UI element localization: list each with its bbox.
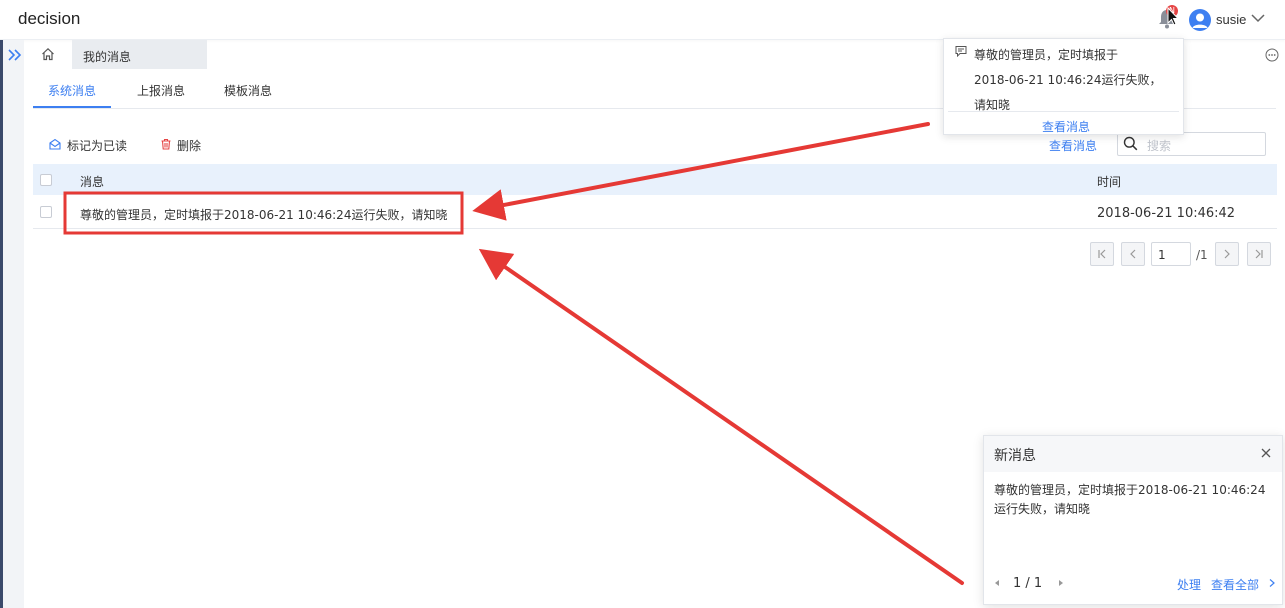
search-placeholder: 搜索 <box>1147 139 1172 153</box>
last-page-button[interactable] <box>1247 242 1271 266</box>
page-number-input[interactable]: 1 <box>1151 242 1191 266</box>
page-total: /1 <box>1196 248 1208 262</box>
new-message-title: 新消息 <box>994 448 1036 464</box>
collapsed-sidebar <box>3 40 24 608</box>
top-header <box>0 0 1285 40</box>
subtab-template-messages[interactable]: 模板消息 <box>224 82 272 99</box>
username[interactable]: susie <box>1216 12 1246 27</box>
new-message-page-indicator: 1 / 1 <box>1013 576 1043 591</box>
subtab-reported-messages[interactable]: 上报消息 <box>137 82 185 99</box>
chevron-right-small-icon[interactable] <box>1268 578 1276 588</box>
tab-my-messages[interactable]: 我的消息 <box>72 40 207 69</box>
new-message-body-line-2: 运行失败，请知晓 <box>994 502 1091 516</box>
view-all-button[interactable]: 查看全部 <box>1211 576 1259 593</box>
column-header-time: 时间 <box>1097 175 1122 189</box>
subtab-system-messages[interactable]: 系统消息 <box>48 82 96 99</box>
caret-right-icon[interactable] <box>1057 579 1065 587</box>
first-page-button[interactable] <box>1090 242 1114 266</box>
envelope-open-icon[interactable] <box>49 138 61 150</box>
last-page-icon <box>1255 249 1263 259</box>
chevron-right-icon <box>1224 249 1230 259</box>
new-message-body: 尊敬的管理员，定时填报于2018-06-21 10:46:24 运行失败，请知晓 <box>994 481 1274 519</box>
first-page-icon <box>1098 249 1106 259</box>
double-chevron-right-icon[interactable] <box>8 48 22 62</box>
dropdown-line-2: 2018-06-21 10:46:24运行失败， <box>974 73 1162 87</box>
message-icon <box>955 46 967 57</box>
trash-icon[interactable] <box>160 138 172 150</box>
user-icon <box>1192 13 1208 28</box>
dropdown-view-message-link[interactable]: 查看消息 <box>1042 118 1090 135</box>
more-options-icon[interactable] <box>1265 48 1279 62</box>
annotation-arrow-from-panel <box>478 248 964 585</box>
row-message[interactable]: 尊敬的管理员，定时填报于2018-06-21 10:46:24运行失败，请知晓 <box>80 206 447 223</box>
dropdown-line-1: 尊敬的管理员，定时填报于 <box>974 48 1119 62</box>
row-checkbox[interactable] <box>40 206 52 218</box>
handle-button[interactable]: 处理 <box>1177 576 1201 593</box>
delete-button[interactable]: 删除 <box>177 137 201 154</box>
chevron-left-icon <box>1130 249 1136 259</box>
avatar[interactable] <box>1189 9 1211 31</box>
page-number-value: 1 <box>1158 248 1166 262</box>
chevron-down-icon[interactable] <box>1251 13 1265 23</box>
dropdown-message-text[interactable]: 尊敬的管理员，定时填报于 2018-06-21 10:46:24运行失败， 请知… <box>974 43 1179 118</box>
column-header-message: 消息 <box>80 175 105 189</box>
new-message-body-line-1: 尊敬的管理员，定时填报于2018-06-21 10:46:24 <box>994 483 1266 497</box>
select-all-checkbox[interactable] <box>40 174 52 186</box>
home-icon[interactable] <box>41 47 55 61</box>
mark-read-button[interactable]: 标记为已读 <box>67 137 127 154</box>
dropdown-line-3: 请知晓 <box>974 98 1011 112</box>
next-page-button[interactable] <box>1215 242 1239 266</box>
brand-title: decision <box>18 9 81 28</box>
dropdown-divider <box>948 111 1179 112</box>
search-input[interactable] <box>1117 132 1266 156</box>
caret-left-icon[interactable] <box>993 579 1001 587</box>
close-icon[interactable] <box>1260 447 1272 459</box>
app-window: decision N susie 我的消息 系统消息 上报消息 模板消息 标记为… <box>0 0 1285 608</box>
table-header <box>33 164 1277 195</box>
prev-page-button[interactable] <box>1121 242 1145 266</box>
view-message-link[interactable]: 查看消息 <box>1049 137 1097 154</box>
search-icon <box>1123 136 1138 151</box>
mouse-cursor-icon <box>1167 7 1180 26</box>
row-time: 2018-06-21 10:46:42 <box>1097 206 1236 221</box>
tab-my-messages-label: 我的消息 <box>83 50 132 64</box>
